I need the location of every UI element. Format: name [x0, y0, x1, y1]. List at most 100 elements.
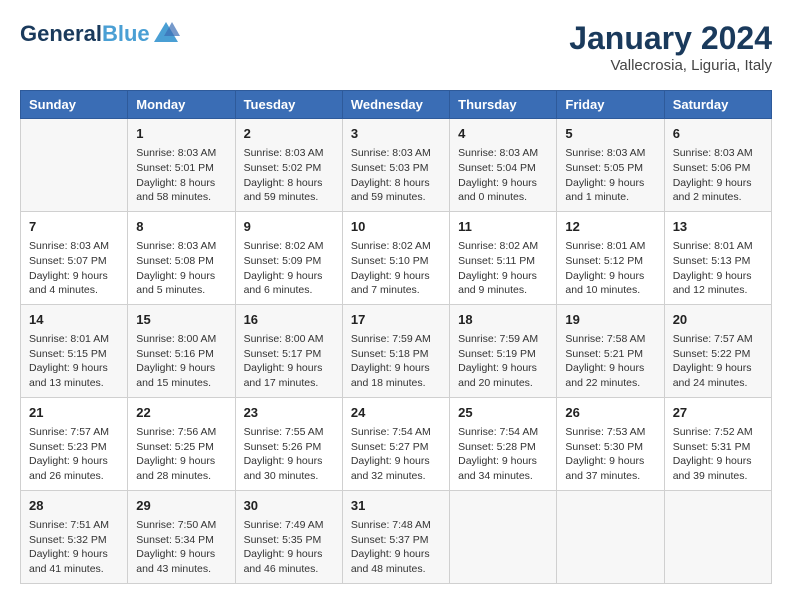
- day-info: Sunrise: 7:49 AMSunset: 5:35 PMDaylight:…: [244, 518, 334, 577]
- calendar-cell: 31 Sunrise: 7:48 AMSunset: 5:37 PMDayligh…: [342, 490, 449, 583]
- day-info: Sunrise: 7:59 AMSunset: 5:18 PMDaylight:…: [351, 332, 441, 391]
- day-info: Sunrise: 7:56 AMSunset: 5:25 PMDaylight:…: [136, 425, 226, 484]
- day-info: Sunrise: 8:02 AMSunset: 5:09 PMDaylight:…: [244, 239, 334, 298]
- calendar-cell: 14 Sunrise: 8:01 AMSunset: 5:15 PMDayligh…: [21, 304, 128, 397]
- calendar-cell: 30 Sunrise: 7:49 AMSunset: 5:35 PMDayligh…: [235, 490, 342, 583]
- calendar-cell: 11 Sunrise: 8:02 AMSunset: 5:11 PMDayligh…: [450, 211, 557, 304]
- weekday-header-sunday: Sunday: [21, 91, 128, 119]
- weekday-header-thursday: Thursday: [450, 91, 557, 119]
- calendar-cell: 18 Sunrise: 7:59 AMSunset: 5:19 PMDayligh…: [450, 304, 557, 397]
- day-info: Sunrise: 7:57 AMSunset: 5:23 PMDaylight:…: [29, 425, 119, 484]
- day-info: Sunrise: 7:59 AMSunset: 5:19 PMDaylight:…: [458, 332, 548, 391]
- weekday-header-tuesday: Tuesday: [235, 91, 342, 119]
- calendar-cell: 13 Sunrise: 8:01 AMSunset: 5:13 PMDayligh…: [664, 211, 771, 304]
- day-info: Sunrise: 8:03 AMSunset: 5:05 PMDaylight:…: [565, 146, 655, 205]
- day-number: 22: [136, 404, 226, 422]
- day-number: 21: [29, 404, 119, 422]
- day-info: Sunrise: 8:03 AMSunset: 5:07 PMDaylight:…: [29, 239, 119, 298]
- weekday-header-friday: Friday: [557, 91, 664, 119]
- day-info: Sunrise: 8:03 AMSunset: 5:08 PMDaylight:…: [136, 239, 226, 298]
- calendar-cell: 4Sunrise: 8:03 AMSunset: 5:04 PMDaylight…: [450, 119, 557, 212]
- calendar-week-row: 1 Sunrise: 8:03 AMSunset: 5:01 PMDaylight…: [21, 119, 772, 212]
- weekday-header-monday: Monday: [128, 91, 235, 119]
- day-info: Sunrise: 8:01 AMSunset: 5:15 PMDaylight:…: [29, 332, 119, 391]
- calendar-week-row: 14 Sunrise: 8:01 AMSunset: 5:15 PMDayligh…: [21, 304, 772, 397]
- location-subtitle: Vallecrosia, Liguria, Italy: [569, 57, 772, 74]
- day-number: 4: [458, 125, 548, 143]
- calendar-cell: 24 Sunrise: 7:54 AMSunset: 5:27 PMDayligh…: [342, 397, 449, 490]
- day-number: 19: [565, 311, 655, 329]
- day-number: 18: [458, 311, 548, 329]
- logo-text: GeneralBlue: [20, 22, 150, 46]
- calendar-cell: 15Sunrise: 8:00 AMSunset: 5:16 PMDayligh…: [128, 304, 235, 397]
- day-number: 13: [673, 218, 763, 236]
- calendar-cell: [664, 490, 771, 583]
- calendar-table: SundayMondayTuesdayWednesdayThursdayFrid…: [20, 90, 772, 584]
- calendar-cell: 7 Sunrise: 8:03 AMSunset: 5:07 PMDaylight…: [21, 211, 128, 304]
- calendar-week-row: 28Sunrise: 7:51 AMSunset: 5:32 PMDayligh…: [21, 490, 772, 583]
- calendar-cell: 25 Sunrise: 7:54 AMSunset: 5:28 PMDayligh…: [450, 397, 557, 490]
- month-title: January 2024: [569, 20, 772, 57]
- day-number: 29: [136, 497, 226, 515]
- day-info: Sunrise: 7:54 AMSunset: 5:27 PMDaylight:…: [351, 425, 441, 484]
- day-number: 2: [244, 125, 334, 143]
- day-number: 12: [565, 218, 655, 236]
- day-number: 26: [565, 404, 655, 422]
- day-number: 25: [458, 404, 548, 422]
- day-number: 24: [351, 404, 441, 422]
- weekday-header-wednesday: Wednesday: [342, 91, 449, 119]
- day-info: Sunrise: 8:03 AMSunset: 5:06 PMDaylight:…: [673, 146, 763, 205]
- day-info: Sunrise: 8:03 AMSunset: 5:01 PMDaylight:…: [136, 146, 226, 205]
- day-info: Sunrise: 7:54 AMSunset: 5:28 PMDaylight:…: [458, 425, 548, 484]
- calendar-cell: 27Sunrise: 7:52 AMSunset: 5:31 PMDayligh…: [664, 397, 771, 490]
- day-number: 14: [29, 311, 119, 329]
- day-info: Sunrise: 8:00 AMSunset: 5:16 PMDaylight:…: [136, 332, 226, 391]
- day-number: 17: [351, 311, 441, 329]
- day-number: 30: [244, 497, 334, 515]
- day-info: Sunrise: 7:51 AMSunset: 5:32 PMDaylight:…: [29, 518, 119, 577]
- day-number: 27: [673, 404, 763, 422]
- day-info: Sunrise: 8:00 AMSunset: 5:17 PMDaylight:…: [244, 332, 334, 391]
- weekday-header-row: SundayMondayTuesdayWednesdayThursdayFrid…: [21, 91, 772, 119]
- calendar-cell: 29 Sunrise: 7:50 AMSunset: 5:34 PMDayligh…: [128, 490, 235, 583]
- calendar-cell: 16Sunrise: 8:00 AMSunset: 5:17 PMDayligh…: [235, 304, 342, 397]
- calendar-header: SundayMondayTuesdayWednesdayThursdayFrid…: [21, 91, 772, 119]
- calendar-body: 1 Sunrise: 8:03 AMSunset: 5:01 PMDaylight…: [21, 119, 772, 584]
- day-number: 3: [351, 125, 441, 143]
- page-header: GeneralBlue January 2024 Vallecrosia, Li…: [20, 20, 772, 74]
- day-number: 6: [673, 125, 763, 143]
- calendar-cell: [557, 490, 664, 583]
- day-number: 1: [136, 125, 226, 143]
- calendar-cell: 23 Sunrise: 7:55 AMSunset: 5:26 PMDayligh…: [235, 397, 342, 490]
- calendar-cell: [21, 119, 128, 212]
- day-info: Sunrise: 7:55 AMSunset: 5:26 PMDaylight:…: [244, 425, 334, 484]
- day-info: Sunrise: 8:03 AMSunset: 5:02 PMDaylight:…: [244, 146, 334, 205]
- calendar-cell: 22 Sunrise: 7:56 AMSunset: 5:25 PMDayligh…: [128, 397, 235, 490]
- day-number: 31: [351, 497, 441, 515]
- calendar-cell: 9 Sunrise: 8:02 AMSunset: 5:09 PMDaylight…: [235, 211, 342, 304]
- day-number: 11: [458, 218, 548, 236]
- day-info: Sunrise: 7:50 AMSunset: 5:34 PMDaylight:…: [136, 518, 226, 577]
- day-info: Sunrise: 7:58 AMSunset: 5:21 PMDaylight:…: [565, 332, 655, 391]
- logo: GeneralBlue: [20, 20, 180, 48]
- calendar-cell: 28Sunrise: 7:51 AMSunset: 5:32 PMDayligh…: [21, 490, 128, 583]
- calendar-cell: [450, 490, 557, 583]
- calendar-cell: 12Sunrise: 8:01 AMSunset: 5:12 PMDayligh…: [557, 211, 664, 304]
- calendar-cell: 26Sunrise: 7:53 AMSunset: 5:30 PMDayligh…: [557, 397, 664, 490]
- calendar-cell: 20Sunrise: 7:57 AMSunset: 5:22 PMDayligh…: [664, 304, 771, 397]
- calendar-cell: 6 Sunrise: 8:03 AMSunset: 5:06 PMDaylight…: [664, 119, 771, 212]
- day-number: 7: [29, 218, 119, 236]
- day-info: Sunrise: 7:57 AMSunset: 5:22 PMDaylight:…: [673, 332, 763, 391]
- day-number: 10: [351, 218, 441, 236]
- calendar-cell: 5Sunrise: 8:03 AMSunset: 5:05 PMDaylight…: [557, 119, 664, 212]
- day-number: 23: [244, 404, 334, 422]
- day-info: Sunrise: 8:01 AMSunset: 5:13 PMDaylight:…: [673, 239, 763, 298]
- day-number: 8: [136, 218, 226, 236]
- day-info: Sunrise: 7:48 AMSunset: 5:37 PMDaylight:…: [351, 518, 441, 577]
- title-block: January 2024 Vallecrosia, Liguria, Italy: [569, 20, 772, 74]
- day-number: 9: [244, 218, 334, 236]
- calendar-cell: 8 Sunrise: 8:03 AMSunset: 5:08 PMDaylight…: [128, 211, 235, 304]
- day-info: Sunrise: 8:02 AMSunset: 5:11 PMDaylight:…: [458, 239, 548, 298]
- day-info: Sunrise: 8:03 AMSunset: 5:03 PMDaylight:…: [351, 146, 441, 205]
- calendar-cell: 3 Sunrise: 8:03 AMSunset: 5:03 PMDaylight…: [342, 119, 449, 212]
